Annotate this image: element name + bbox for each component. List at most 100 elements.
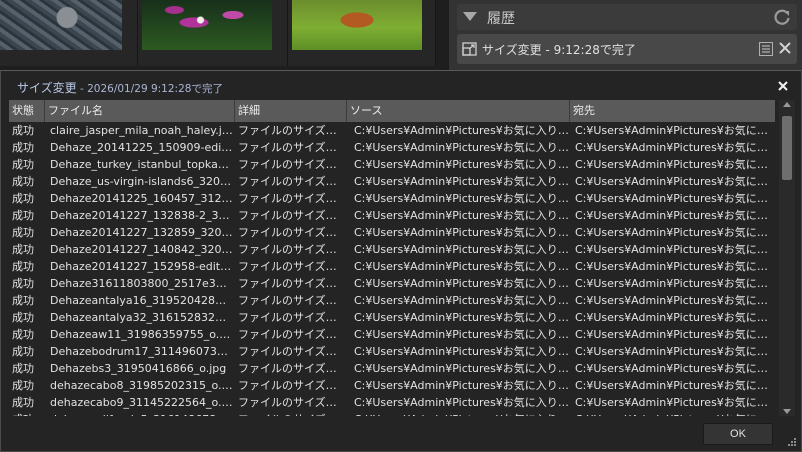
wicker-horse-thumbnail[interactable] (292, 0, 422, 50)
table-row[interactable]: 成功 Dehaze20141227_132838-2_320… ファイルのサイズ変…… (9, 207, 775, 224)
row-source: C:¥Users¥Admin¥Pictures¥お気に入り¥D… (354, 158, 569, 171)
table-row[interactable]: 成功 Dehazeantalya16_31952042886_… ファイルのサイズ変… (9, 292, 775, 309)
table-row[interactable]: 成功 Dehaze_20141225_150909-edit_… ファイルのサイズ変… (9, 139, 775, 156)
row-destination: C:¥Users¥Admin¥Pictures¥お気に入… (575, 226, 772, 239)
row-filename: Dehaze_us-virgin-islands6_32022… (50, 175, 233, 188)
row-status: 成功 (12, 226, 34, 239)
close-icon[interactable] (777, 80, 789, 92)
row-source: C:¥Users¥Admin¥Pictures¥お気に入り¥D… (354, 277, 569, 290)
row-status: 成功 (12, 209, 34, 222)
row-status: 成功 (12, 311, 34, 324)
table-header-row: 状態 ファイル名 詳細 ソース 宛先 (9, 100, 775, 122)
dialog-titlebar[interactable]: サイズ変更 - 2026/01/29 9:12:28で完了 (1, 71, 801, 99)
history-header[interactable]: 履歴 (457, 4, 797, 30)
purple-flower-thumbnail[interactable] (142, 0, 272, 50)
resize-icon (462, 42, 477, 56)
row-destination: C:¥Users¥Admin¥Pictures¥お気に入… (575, 362, 772, 375)
row-detail: ファイルのサイズ変… (238, 226, 347, 239)
ok-button[interactable]: OK (703, 423, 773, 445)
row-detail: ファイルのサイズ変… (238, 175, 347, 188)
table-row[interactable]: 成功 Dehaze31611803800_2517e38b9… ファイルのサイズ変…… (9, 275, 775, 292)
dialog-subtitle: - 2026/01/29 9:12:28で完了 (76, 83, 223, 95)
row-filename: Dehaze20141227_132838-2_320… (50, 209, 233, 222)
row-destination: C:¥Users¥Admin¥Pictures¥お気に入… (572, 411, 772, 416)
row-status: 成功 (12, 277, 34, 290)
row-filename: Dehaze20141227_152958-edit_3… (50, 260, 233, 273)
row-destination: C:¥Users¥Admin¥Pictures¥お気に入… (575, 192, 772, 205)
column-header-source[interactable]: ソース (347, 100, 570, 122)
row-status: 成功 (12, 260, 34, 273)
history-item-time: - 9:12:28で完了 (541, 43, 636, 57)
row-detail: ファイルのサイズ変… (238, 243, 347, 256)
row-detail: ファイルのサイズ変… (238, 124, 347, 137)
row-filename: Dehazeantalya32_31615283270_… (50, 311, 233, 324)
table-row[interactable]: 成功 Dehazebodrum17_31149607354_… ファイルのサイズ変…… (9, 343, 775, 360)
row-status: 成功 (12, 294, 34, 307)
row-destination: C:¥Users¥Admin¥Pictures¥お気に入… (575, 277, 772, 290)
row-detail: ファイルのサイズ変… (238, 260, 347, 273)
table-row[interactable]: 成功 dehazecabo9_31145222564_o.jpg ファイルのサイズ変… (9, 394, 775, 411)
row-detail: ファイルのサイズ変… (238, 328, 347, 341)
row-source: C:¥Users¥Admin¥Pictures¥お気に入り¥D… (354, 311, 569, 324)
collapse-triangle-icon[interactable] (463, 12, 477, 21)
scrollbar-thumb[interactable] (782, 116, 792, 180)
row-source: C:¥Users¥Admin¥Pictures¥お気に入り¥D… (354, 141, 569, 154)
row-detail: ファイルのサイズ変… (235, 411, 347, 416)
column-header-destination[interactable]: 宛先 (570, 100, 775, 122)
column-header-filename[interactable]: ファイル名 (45, 100, 235, 122)
row-detail: ファイルのサイズ変… (238, 379, 347, 392)
row-filename: Dehazeantalya16_31952042886_… (50, 294, 233, 307)
table-row[interactable]: 成功 Dehaze20141225_160457_31202… ファイルのサイズ変…… (9, 190, 775, 207)
scroll-up-arrow-icon[interactable] (783, 102, 791, 107)
row-status: 成功 (12, 124, 34, 137)
table-row[interactable]: 成功 claire_jasper_mila_noah_haley.jpg ファイルの… (9, 122, 775, 139)
row-detail: ファイルのサイズ変… (238, 294, 347, 307)
row-status: 成功 (12, 192, 34, 205)
row-destination: C:¥Users¥Admin¥Pictures¥お気に入… (575, 294, 772, 307)
close-icon[interactable] (777, 40, 793, 56)
row-source: C:¥Users¥Admin¥Pictures¥お気に入り¥D… (354, 260, 569, 273)
row-source: C:¥Users¥Admin¥Pictures¥お気に入り¥D… (354, 328, 569, 341)
row-source: C:¥Users¥Admin¥Pictures¥お気に入り¥D… (354, 362, 569, 375)
refresh-icon[interactable] (771, 6, 793, 28)
row-detail: ファイルのサイズ変… (238, 362, 347, 375)
table-row[interactable]: 成功 Dehaze20141227_140842_32011… ファイルのサイズ変…… (9, 241, 775, 258)
row-filename: Dehaze20141227_132859_32083… (50, 226, 233, 239)
resize-result-dialog: サイズ変更 - 2026/01/29 9:12:28で完了 状態 ファイル名 詳… (0, 70, 802, 452)
row-destination: C:¥Users¥Admin¥Pictures¥お気に入… (575, 158, 772, 171)
row-destination: C:¥Users¥Admin¥Pictures¥お気に入… (575, 175, 772, 188)
row-destination: C:¥Users¥Admin¥Pictures¥お気に入… (575, 141, 772, 154)
row-destination: C:¥Users¥Admin¥Pictures¥お気に入… (575, 209, 772, 222)
table-row[interactable]: 成功dehazecalifornia5_31614867860_…ファイルのサイ… (9, 411, 775, 416)
table-row[interactable]: 成功 Dehazebs3_31950416866_o.jpg ファイルのサイズ変… C… (9, 360, 775, 377)
row-filename: Dehaze20141225_160457_31202… (50, 192, 233, 205)
row-status: 成功 (12, 379, 34, 392)
row-status: 成功 (12, 328, 34, 341)
history-item[interactable]: サイズ変更 - 9:12:28で完了 (457, 34, 797, 64)
row-status: 成功 (12, 141, 34, 154)
details-list-icon[interactable] (759, 42, 773, 56)
table-row[interactable]: 成功 Dehaze_us-virgin-islands6_32022… ファイルのサ… (9, 173, 775, 190)
column-header-detail[interactable]: 詳細 (235, 100, 347, 122)
row-filename: Dehaze31611803800_2517e38b9… (50, 277, 233, 290)
row-filename: dehazecabo8_31985202315_o.jpg (50, 379, 233, 392)
scroll-down-arrow-icon[interactable] (783, 409, 791, 414)
row-destination: C:¥Users¥Admin¥Pictures¥お気に入… (575, 328, 772, 341)
row-filename: dehazecabo9_31145222564_o.jpg (50, 396, 233, 409)
row-source: C:¥Users¥Admin¥Pictures¥お気に入り¥de… (351, 411, 569, 416)
table-row[interactable]: 成功 Dehaze20141227_152958-edit_3… ファイルのサイズ変… (9, 258, 775, 275)
table-row[interactable]: 成功 dehazecabo8_31985202315_o.jpg ファイルのサイズ変… (9, 377, 775, 394)
row-status: 成功 (12, 175, 34, 188)
row-source: C:¥Users¥Admin¥Pictures¥お気に入り¥D… (354, 209, 569, 222)
table-row[interactable]: 成功 Dehazeantalya32_31615283270_… ファイルのサイズ変… (9, 309, 775, 326)
resize-grip-icon[interactable] (787, 437, 797, 447)
column-header-status[interactable]: 状態 (9, 100, 45, 122)
history-title: 履歴 (487, 11, 515, 27)
table-row[interactable]: 成功 Dehaze_turkey_istanbul_topkapi_… ファイルのサ… (9, 156, 775, 173)
row-source: C:¥Users¥Admin¥Pictures¥お気に入り¥d… (354, 124, 569, 137)
vertical-scrollbar[interactable] (779, 100, 795, 416)
rock-stone-thumbnail[interactable] (0, 0, 122, 50)
table-row[interactable]: 成功 Dehazeaw11_31986359755_o.jpg ファイルのサイズ変…… (9, 326, 775, 343)
row-filename: Dehazebodrum17_31149607354_… (50, 345, 233, 358)
table-row[interactable]: 成功 Dehaze20141227_132859_32083… ファイルのサイズ変…… (9, 224, 775, 241)
